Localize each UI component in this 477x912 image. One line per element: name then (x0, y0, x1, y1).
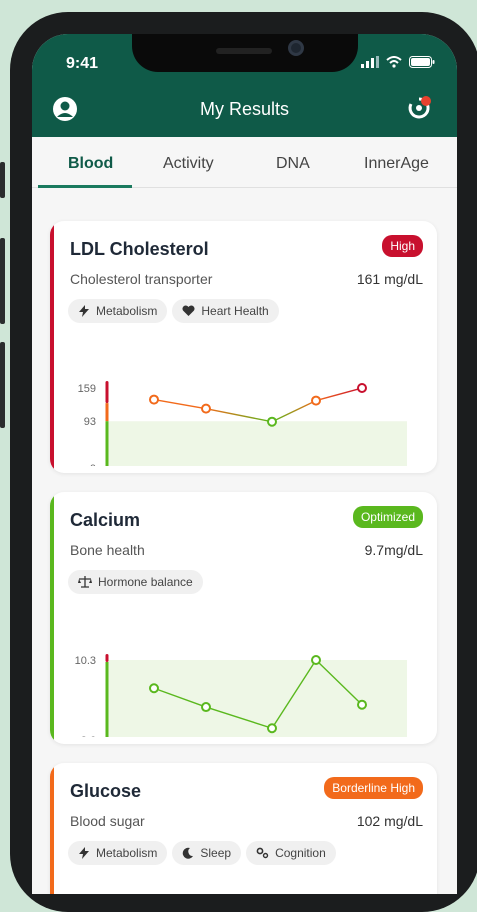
app-screen: 9:41 My Results Blood Activity DNA Inner… (32, 34, 457, 894)
heart-icon (182, 305, 195, 316)
y-tick-label: 93 (84, 416, 96, 428)
tag-metabolism[interactable]: Metabolism (68, 841, 168, 865)
tag-label: Cognition (275, 846, 326, 860)
range-bar-normal (105, 421, 109, 466)
tag-metabolism[interactable]: Metabolism (68, 299, 168, 323)
data-point (267, 723, 277, 734)
series-line-segment (315, 387, 363, 402)
card-value: 161 mg/dL (356, 271, 423, 287)
card-value: 9.7mg/dL (364, 542, 423, 558)
data-point (201, 403, 211, 414)
tag-cognition[interactable]: Cognition (246, 841, 336, 865)
result-card-ldl[interactable]: LDL Cholesterol High Cholesterol transpo… (50, 221, 437, 473)
y-tick-label: 8.6 (81, 735, 96, 737)
status-badge: Optimized (352, 506, 423, 528)
tag-label: Sleep (200, 846, 232, 860)
tab-blood[interactable]: Blood (68, 155, 113, 173)
data-point (311, 655, 321, 665)
normal-range-band (107, 660, 407, 737)
tag-label: Metabolism (96, 846, 158, 860)
card-title: Glucose (70, 781, 142, 801)
series-line-segment (271, 399, 317, 423)
tag-label: Metabolism (96, 304, 158, 318)
sync-button[interactable] (405, 94, 433, 127)
signal-icon (361, 56, 379, 68)
page-title: My Results (199, 99, 289, 119)
y-tick-label: 10.3 (75, 655, 96, 667)
data-point (201, 702, 211, 713)
data-point (357, 699, 367, 710)
scale-icon (78, 576, 92, 588)
data-point (149, 394, 159, 405)
camera-icon (288, 40, 304, 56)
series-line-segment (205, 407, 273, 423)
tag-label: Heart Health (201, 304, 269, 318)
y-tick-label: 159 (78, 383, 96, 395)
status-badge: High (382, 235, 423, 257)
tab-dna[interactable]: DNA (276, 155, 310, 173)
gears-icon (256, 847, 269, 859)
wifi-icon (386, 56, 402, 68)
data-point (149, 683, 159, 694)
status-time: 9:41 (66, 55, 99, 72)
status-icons (361, 56, 435, 68)
card-subtitle: Blood sugar (70, 813, 145, 829)
normal-range-band (107, 421, 407, 466)
moon-icon (183, 847, 194, 859)
result-card-calcium[interactable]: Calcium Optimized Bone health 9.7mg/dL H… (50, 492, 437, 744)
tag-label: Hormone balance (98, 575, 193, 589)
status-accent (50, 763, 54, 894)
card-subtitle: Cholesterol transporter (70, 271, 213, 287)
series-line-segment (153, 398, 207, 410)
active-tab-indicator (38, 185, 132, 188)
range-bar-borderline (105, 403, 109, 422)
y-tick-label: 0 (90, 463, 96, 466)
tab-innerage[interactable]: InnerAge (364, 155, 429, 173)
app-header: 9:41 My Results (32, 34, 457, 137)
results-tabs: Blood Activity DNA InnerAge (32, 137, 457, 188)
data-point (357, 383, 367, 394)
tag-heart-health[interactable]: Heart Health (172, 299, 279, 323)
bolt-icon (79, 305, 89, 317)
card-title: Calcium (70, 510, 141, 530)
data-point (267, 416, 277, 427)
battery-icon (409, 56, 435, 68)
sync-icon (408, 96, 431, 119)
tab-activity[interactable]: Activity (163, 155, 214, 173)
data-point (311, 395, 321, 406)
card-subtitle: Bone health (70, 542, 145, 558)
calcium-trend-chart: 10.38.6FebMayOctJanApr (75, 654, 407, 737)
ldl-trend-chart: 159930FebMayOctJanApr (78, 381, 407, 466)
result-card-glucose[interactable]: Glucose Borderline High Blood sugar 102 … (50, 763, 437, 894)
bolt-icon (79, 847, 89, 859)
range-bar-normal (105, 662, 109, 737)
card-title: LDL Cholesterol (70, 239, 209, 259)
tag-sleep[interactable]: Sleep (172, 841, 242, 865)
status-badge: Borderline High (324, 777, 423, 799)
notch (132, 34, 358, 72)
tag-hormone-balance[interactable]: Hormone balance (68, 570, 203, 594)
range-bar-high (105, 654, 109, 662)
range-bar-high (105, 381, 109, 404)
card-value: 102 mg/dL (356, 813, 423, 829)
